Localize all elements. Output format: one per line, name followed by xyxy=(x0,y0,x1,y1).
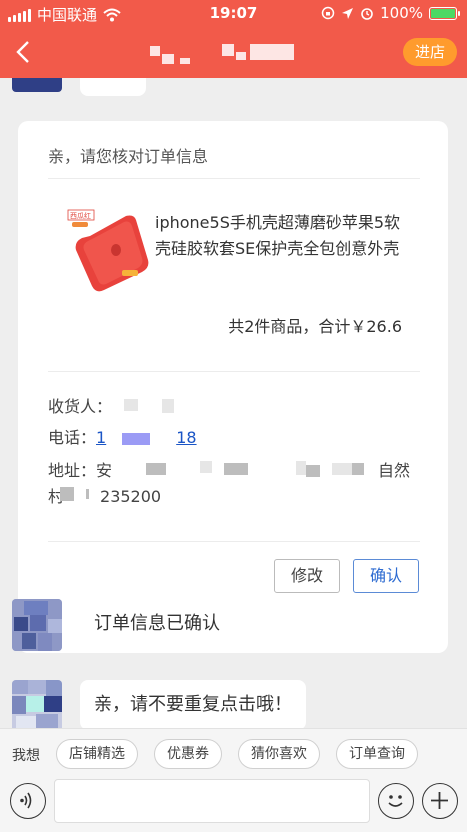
redacted-text xyxy=(306,465,320,477)
recipient-label: 收货人： xyxy=(48,397,113,416)
card-title: 亲，请您核对订单信息 xyxy=(48,147,209,166)
location-icon xyxy=(342,7,354,19)
redacted-text xyxy=(122,433,150,445)
address-label: 地址： xyxy=(48,461,97,480)
quick-chip-coupons[interactable]: 优惠券 xyxy=(154,739,222,769)
back-button[interactable] xyxy=(8,36,40,68)
quick-chip-shop-picks[interactable]: 店铺精选 xyxy=(56,739,138,769)
message-bubble: 亲，请不要重复点击哦！ xyxy=(80,680,306,728)
order-confirm-card: 亲，请您核对订单信息 西瓜红 iphone5S手机壳超薄磨砂苹果5软壳硅胶软套S… xyxy=(18,121,448,653)
redacted-text xyxy=(86,489,89,499)
chat-area[interactable]: 亲，请您核对订单信息 西瓜红 iphone5S手机壳超薄磨砂苹果5软壳硅胶软套S… xyxy=(0,78,467,728)
message-input[interactable] xyxy=(54,779,370,823)
phone-label: 电话： xyxy=(48,428,97,447)
redacted-text xyxy=(296,461,306,475)
product-name[interactable]: iphone5S手机壳超薄磨砂苹果5软壳硅胶软套SE保护壳全包创意外壳 xyxy=(155,210,415,262)
redacted-text xyxy=(60,487,74,501)
recipient-row: 收货人： xyxy=(48,393,112,417)
redacted-text xyxy=(146,463,166,475)
battery-icon xyxy=(429,6,460,20)
shop-title-redacted xyxy=(140,42,320,64)
input-bar: 我想 店铺精选 优惠券 猜你喜欢 订单查询 xyxy=(0,728,467,832)
product-image[interactable]: 西瓜红 xyxy=(64,206,156,298)
redacted-text xyxy=(200,461,212,473)
enter-shop-button[interactable]: 进店 xyxy=(402,38,457,66)
redacted-text xyxy=(332,463,352,475)
avatar[interactable] xyxy=(12,680,62,728)
quick-reply-label: 我想 xyxy=(12,748,40,764)
orientation-lock-icon xyxy=(321,6,335,20)
avatar[interactable] xyxy=(12,599,62,651)
plus-icon[interactable] xyxy=(422,783,458,819)
battery-percent: 100% xyxy=(380,4,423,22)
alarm-icon xyxy=(361,8,373,20)
redacted-text xyxy=(124,399,138,411)
avatar xyxy=(12,78,62,92)
message-bubble: 订单信息已确认 xyxy=(80,599,234,649)
divider xyxy=(48,371,420,372)
quick-chip-order-query[interactable]: 订单查询 xyxy=(336,739,418,769)
status-bar: 中国联通 19:07 100% xyxy=(0,0,467,28)
quick-chip-guess-you-like[interactable]: 猜你喜欢 xyxy=(238,739,320,769)
product-badge: 西瓜红 xyxy=(70,212,91,220)
voice-icon[interactable] xyxy=(10,783,46,819)
confirm-button[interactable]: 确认 xyxy=(353,559,419,593)
emoji-icon[interactable] xyxy=(378,783,414,819)
divider xyxy=(48,541,420,542)
postal-code: 235200 xyxy=(100,487,162,506)
divider xyxy=(48,178,420,179)
nav-bar: 进店 xyxy=(0,28,467,78)
redacted-text xyxy=(224,463,248,475)
redacted-text xyxy=(162,399,174,413)
message-bubble xyxy=(80,78,146,96)
modify-button[interactable]: 修改 xyxy=(274,559,340,593)
order-total: 共2件商品，合计￥26.6 xyxy=(228,317,402,336)
redacted-text xyxy=(352,463,364,475)
